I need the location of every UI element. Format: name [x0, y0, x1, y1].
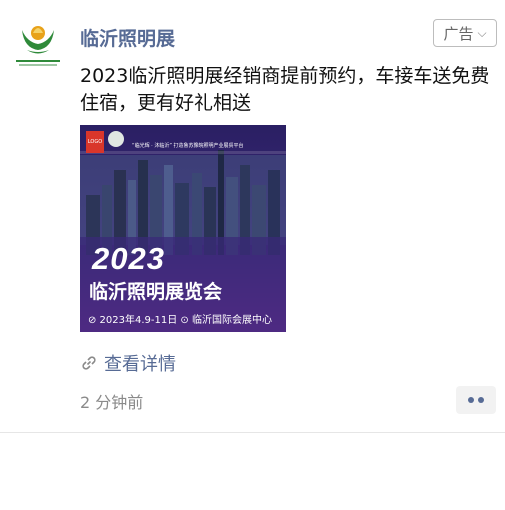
poster-title: 临沂照明展览会	[89, 281, 223, 303]
more-options-button[interactable]	[456, 386, 496, 414]
avatar[interactable]	[12, 20, 64, 72]
author-name[interactable]: 临沂照明展	[80, 24, 175, 51]
poster-info: ⊘ 2023年4.9-11日 ⊙ 临沂国际会展中心	[88, 315, 272, 326]
post-time: 2 分钟前	[80, 393, 144, 412]
poster-logo-red: LOGO	[86, 131, 104, 153]
link-icon	[82, 356, 96, 370]
ad-post: 临沂照明展 广告 ⌵ 2023临沂照明展经销商提前预约，车接车送免费住宿，更有好…	[0, 0, 505, 433]
chevron-down-icon: ⌵	[477, 25, 487, 40]
view-details-label: 查看详情	[104, 354, 176, 375]
post-content: 2023临沂照明展经销商提前预约，车接车送免费住宿，更有好礼相送	[80, 65, 490, 114]
brand-text-line	[16, 60, 60, 62]
poster-logo-round	[108, 131, 124, 147]
brand-subtext-line	[19, 64, 57, 66]
more-dot-icon	[468, 397, 474, 403]
more-dot-icon	[478, 397, 484, 403]
ad-label-button[interactable]: 广告 ⌵	[433, 19, 497, 47]
poster-year: 2023	[92, 241, 165, 276]
view-details-link[interactable]: 查看详情	[80, 350, 176, 376]
ad-poster-image[interactable]: LOGO “临光辉 · 沐临沂” 打造鲁苏豫皖照明产业展贸平台 2023 临沂照…	[80, 125, 286, 332]
ad-label-text: 广告	[443, 24, 474, 43]
poster-slogan: “临光辉 · 沐临沂” 打造鲁苏豫皖照明产业展贸平台	[132, 143, 244, 149]
linyi-lighting-logo-icon	[22, 26, 54, 54]
